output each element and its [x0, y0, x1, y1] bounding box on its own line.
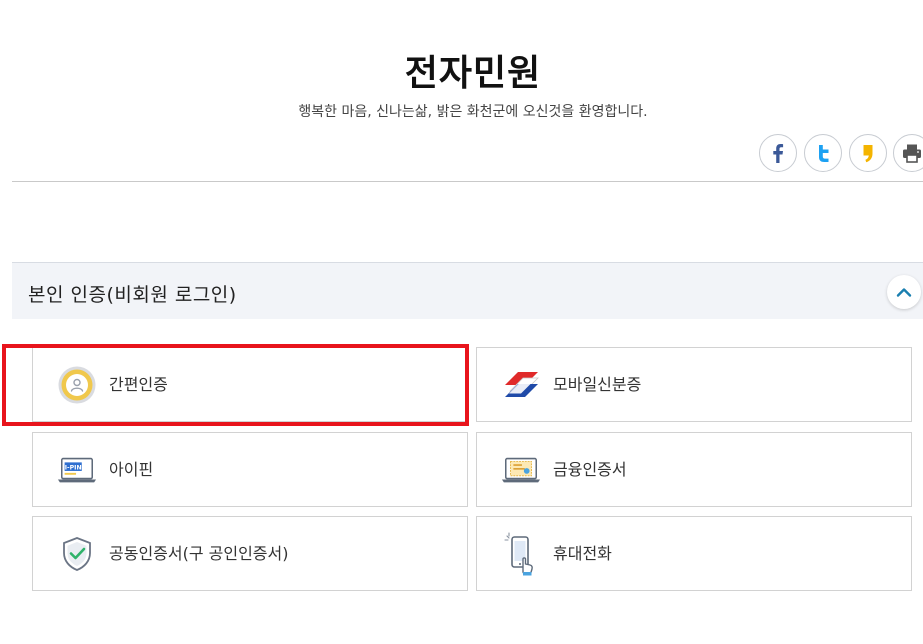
- joint-certificate-icon: [57, 534, 97, 574]
- chevron-up-icon: [896, 288, 912, 297]
- auth-section-header[interactable]: 본인 인증(비회원 로그인): [12, 262, 923, 319]
- mobile-id-icon: [501, 365, 541, 405]
- auth-option-mobile-id[interactable]: 모바일신분증: [476, 347, 912, 422]
- auth-option-joint-cert[interactable]: 공동인증서(구 공인인증서): [32, 516, 468, 591]
- auth-option-label: 모바일신분증: [553, 375, 642, 394]
- svg-text:I-PIN: I-PIN: [65, 464, 82, 471]
- financial-certificate-icon: [501, 450, 541, 490]
- kakaostory-share-button[interactable]: [849, 134, 887, 172]
- mobile-phone-icon: [501, 532, 541, 576]
- twitter-share-button[interactable]: [804, 134, 842, 172]
- ipin-icon: I-PIN: [57, 450, 97, 490]
- kakaostory-icon: [863, 145, 873, 163]
- auth-option-financial-cert[interactable]: 금융인증서: [476, 432, 912, 507]
- header-divider: [12, 181, 923, 182]
- auth-option-label: 휴대전화: [553, 544, 612, 563]
- facebook-share-button[interactable]: [759, 134, 797, 172]
- collapse-toggle-button[interactable]: [887, 275, 921, 309]
- facebook-icon: [773, 144, 784, 163]
- auth-section-title: 본인 인증(비회원 로그인): [28, 284, 237, 306]
- auth-option-mobile-phone[interactable]: 휴대전화: [476, 516, 912, 591]
- auth-option-simple[interactable]: 간편인증: [32, 347, 468, 422]
- page-title: 전자민원: [404, 53, 542, 94]
- auth-option-label: 아이핀: [109, 460, 154, 479]
- page-subtitle: 행복한 마음, 신나는삶, 밝은 화천군에 오신것을 환영합니다.: [298, 104, 648, 120]
- twitter-icon: [819, 145, 829, 162]
- print-button[interactable]: [893, 134, 923, 172]
- auth-option-label: 간편인증: [109, 375, 168, 394]
- auth-option-label: 공동인증서(구 공인인증서): [109, 544, 289, 563]
- auth-option-label: 금융인증서: [553, 460, 627, 479]
- simple-auth-icon: [57, 365, 97, 405]
- auth-option-ipin[interactable]: I-PIN 아이핀: [32, 432, 468, 507]
- print-icon: [903, 144, 921, 163]
